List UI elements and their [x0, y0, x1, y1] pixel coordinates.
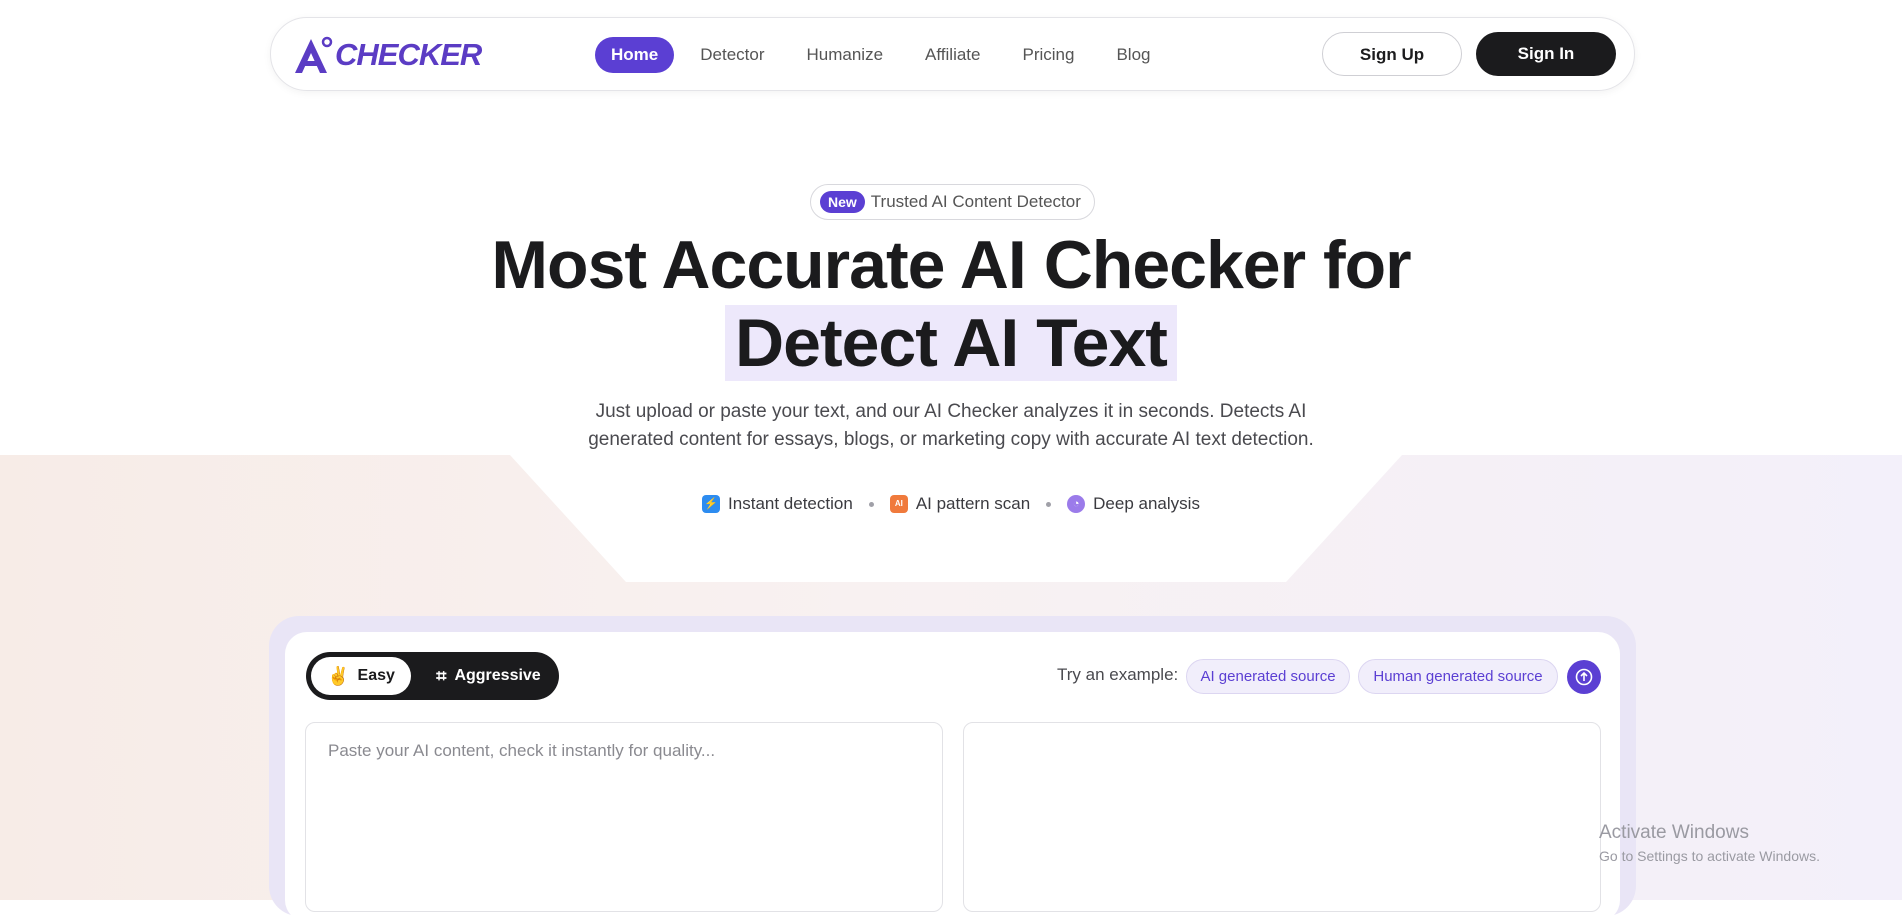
- try-example-label: Try an example:: [1057, 665, 1179, 684]
- mode-aggressive-label: Aggressive: [454, 667, 541, 684]
- nav-humanize[interactable]: Humanize: [806, 37, 883, 73]
- hero-title-line2-wrap: Detect AI Text: [0, 304, 1902, 382]
- sign-in-button[interactable]: Sign In: [1476, 32, 1616, 76]
- separator-dot: [1046, 501, 1052, 507]
- logo[interactable]: CHECKER: [291, 32, 482, 78]
- nav-links: Home Detector Humanize Affiliate Pricing…: [595, 37, 1192, 73]
- lightning-icon: ⚡: [702, 495, 721, 513]
- mode-toggle: ✌ Easy ⌗ Aggressive: [306, 652, 559, 700]
- hero-badge: New Trusted AI Content Detector: [810, 184, 1095, 220]
- mode-easy-label: Easy: [357, 667, 395, 684]
- separator-dot: [868, 501, 874, 507]
- watermark-subtitle: Go to Settings to activate Windows.: [1599, 848, 1820, 864]
- mode-easy-button[interactable]: ✌ Easy: [311, 657, 411, 695]
- badge-text: Trusted AI Content Detector: [870, 192, 1081, 211]
- nav-pricing[interactable]: Pricing: [1022, 37, 1074, 73]
- feature-ai-pattern-scan: AI AI pattern scan: [889, 494, 1031, 514]
- sign-up-button[interactable]: Sign Up: [1322, 32, 1462, 76]
- nav-affiliate[interactable]: Affiliate: [925, 37, 980, 73]
- watermark-title: Activate Windows: [1599, 822, 1749, 843]
- ai-checker-logo-icon: [295, 36, 333, 73]
- nav-detector[interactable]: Detector: [700, 37, 764, 73]
- mode-aggressive-button[interactable]: ⌗ Aggressive: [426, 657, 551, 695]
- top-navbar: CHECKER Home Detector Humanize Affiliate…: [270, 17, 1635, 91]
- hero-cutout: [510, 455, 1402, 582]
- feature-list: ⚡ Instant detection AI AI pattern scan ◔…: [0, 494, 1902, 514]
- hero-title-line2: Detect AI Text: [725, 305, 1177, 381]
- hero-subtitle: Just upload or paste your text, and our …: [588, 401, 1314, 450]
- text-input-box: [305, 722, 943, 912]
- feature-instant-detection: ⚡ Instant detection: [702, 494, 853, 514]
- upload-button[interactable]: [1567, 660, 1601, 694]
- content-input[interactable]: [326, 739, 930, 903]
- nav-blog[interactable]: Blog: [1116, 37, 1150, 73]
- analysis-icon: ◔: [1067, 495, 1086, 513]
- feature-deep-analysis: ◔ Deep analysis: [1067, 494, 1200, 514]
- feature-label: AI pattern scan: [915, 494, 1031, 513]
- result-box: [963, 722, 1601, 912]
- hero-title-line1: Most Accurate AI Checker for: [491, 227, 1411, 303]
- hand-icon: ✌: [327, 665, 350, 686]
- nav-home[interactable]: Home: [595, 37, 675, 73]
- ai-example-chip[interactable]: AI generated source: [1186, 659, 1350, 694]
- feature-label: Instant detection: [728, 494, 853, 513]
- human-example-chip[interactable]: Human generated source: [1358, 659, 1558, 694]
- ai-scan-icon: AI: [889, 495, 908, 513]
- upload-icon: [1575, 668, 1593, 686]
- windows-activation-watermark: Activate Windows Go to Settings to activ…: [1599, 822, 1820, 864]
- feature-label: Deep analysis: [1093, 494, 1200, 513]
- logo-text: CHECKER: [335, 37, 482, 72]
- new-badge: New: [820, 191, 865, 213]
- text-scan-icon: ⌗: [436, 665, 447, 686]
